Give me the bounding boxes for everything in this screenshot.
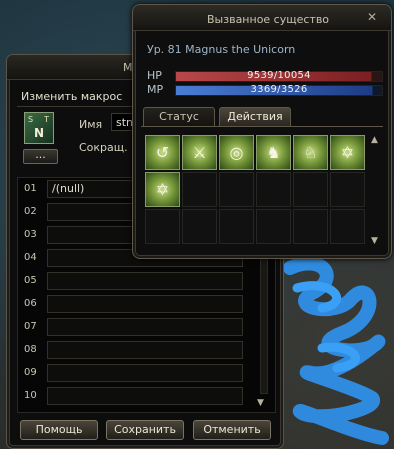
empty-skill-slot[interactable] <box>293 209 328 244</box>
macro-line-field[interactable] <box>47 387 243 405</box>
macro-line-field[interactable] <box>47 341 243 359</box>
tab-status[interactable]: Статус <box>143 107 215 126</box>
empty-skill-slot[interactable] <box>330 172 365 207</box>
edit-macro-heading: Изменить макрос <box>21 90 123 103</box>
mp-label: MP <box>147 83 164 96</box>
hexagram-icon[interactable]: ✡ <box>330 135 365 170</box>
summoned-creature-window: Вызванное существо ✕ Ур. 81 Magnus the U… <box>132 4 392 259</box>
line-number: 06 <box>24 298 37 309</box>
empty-skill-slot[interactable] <box>182 209 217 244</box>
macro-icon-letter-n: N <box>34 126 45 140</box>
hp-bar: 9539/10054 <box>175 71 383 82</box>
macro-line: 07 <box>21 318 271 336</box>
hp-value: 9539/10054 <box>247 70 311 81</box>
empty-skill-slot[interactable] <box>182 172 217 207</box>
hp-label: HP <box>147 69 162 82</box>
line-number: 01 <box>24 183 37 194</box>
unicorn-buff-icon[interactable]: ♘ <box>293 135 328 170</box>
macro-line: 06 <box>21 295 271 313</box>
choose-icon-button[interactable]: ... <box>23 149 58 164</box>
tab-actions[interactable]: Действия <box>219 107 291 126</box>
empty-skill-slot[interactable] <box>293 172 328 207</box>
line-number: 04 <box>24 252 37 263</box>
claw-attack-icon[interactable]: ⚔ <box>182 135 217 170</box>
close-icon[interactable]: ✕ <box>365 10 379 24</box>
line-number: 07 <box>24 321 37 332</box>
line-number: 09 <box>24 367 37 378</box>
shortcut-label: Сокращ. <box>79 141 128 154</box>
macro-line: 05 <box>21 272 271 290</box>
scroll-down-arrow-icon[interactable]: ▼ <box>371 236 378 246</box>
macro-line-field[interactable] <box>47 295 243 313</box>
macro-icon-letter-s: S <box>28 115 34 124</box>
hexagram-icon[interactable]: ✡ <box>145 172 180 207</box>
line-number: 10 <box>24 390 37 401</box>
line-number: 02 <box>24 206 37 217</box>
target-icon[interactable]: ◎ <box>219 135 254 170</box>
summon-action-icon[interactable]: ↺ <box>145 135 180 170</box>
summon-window-title: Вызванное существо <box>207 13 330 26</box>
summon-window-titlebar[interactable]: Вызванное существо ✕ <box>133 5 391 31</box>
macro-icon-letter-t: T <box>44 115 49 124</box>
mp-value: 3369/3526 <box>250 84 308 95</box>
name-label: Имя <box>79 118 103 131</box>
macro-line-field[interactable] <box>47 364 243 382</box>
save-button[interactable]: Сохранить <box>106 420 184 440</box>
macro-line: 10 <box>21 387 271 405</box>
line-number: 05 <box>24 275 37 286</box>
empty-skill-slot[interactable] <box>219 209 254 244</box>
empty-skill-slot[interactable] <box>219 172 254 207</box>
pet-level-name: Ур. 81 Magnus the Unicorn <box>147 43 296 56</box>
empty-skill-slot[interactable] <box>256 209 291 244</box>
macro-line-field[interactable] <box>47 272 243 290</box>
empty-skill-slot[interactable] <box>145 209 180 244</box>
scroll-down-arrow-icon[interactable]: ▼ <box>257 398 264 408</box>
blue-scribble-overlay <box>283 256 389 445</box>
mp-bar: 3369/3526 <box>175 85 383 96</box>
line-number: 08 <box>24 344 37 355</box>
scroll-up-arrow-icon[interactable]: ▲ <box>371 135 378 145</box>
macro-icon-preview[interactable]: S T N <box>24 112 54 144</box>
empty-skill-slot[interactable] <box>256 172 291 207</box>
line-number: 03 <box>24 229 37 240</box>
macro-line: 09 <box>21 364 271 382</box>
cancel-button[interactable]: Отменить <box>193 420 271 440</box>
help-button[interactable]: Помощь <box>20 420 98 440</box>
empty-skill-slot[interactable] <box>330 209 365 244</box>
tab-underline <box>141 126 383 127</box>
skill-grid-scrollbar[interactable]: ▲ ▼ <box>369 135 383 246</box>
macro-line-field[interactable] <box>47 318 243 336</box>
macro-line: 08 <box>21 341 271 359</box>
action-skill-grid: ↺ ⚔ ◎ ♞ ♘ ✡ ✡ <box>145 135 367 246</box>
unicorn-head-icon[interactable]: ♞ <box>256 135 291 170</box>
